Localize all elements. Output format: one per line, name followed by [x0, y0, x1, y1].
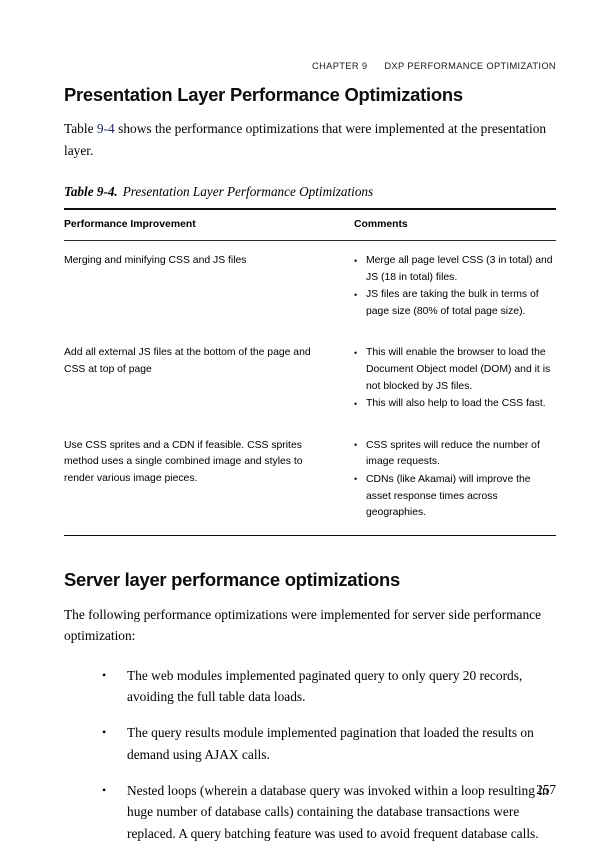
intro-text-after: shows the performance optimizations that… [64, 121, 547, 158]
table-row: Merging and minifying CSS and JS files M… [64, 241, 556, 334]
running-header: CHAPTER 9 DXP PERFORMANCE OPTIMIZATION [64, 58, 556, 74]
list-item: JS files are taking the bulk in terms of… [354, 287, 556, 320]
list-item: The web modules implemented paginated qu… [64, 665, 556, 708]
comments-list: Merge all page level CSS (3 in total) an… [354, 252, 556, 320]
table-caption-label: Table 9-4. [64, 184, 118, 199]
section-server-layer: Server layer performance optimizations T… [64, 569, 556, 845]
running-header-chapter: CHAPTER 9 [312, 61, 368, 71]
section-heading-server-layer: Server layer performance optimizations [64, 568, 400, 590]
page-number: 257 [536, 782, 556, 797]
document-page: CHAPTER 9 DXP PERFORMANCE OPTIMIZATION P… [0, 0, 600, 857]
list-item: Merge all page level CSS (3 in total) an… [354, 252, 556, 286]
table-cell-comments: Merge all page level CSS (3 in total) an… [349, 241, 556, 334]
list-item: The query results module implemented pag… [64, 722, 556, 765]
section-heading-presentation-layer: Presentation Layer Performance Optimizat… [64, 84, 463, 105]
table-caption-text: Presentation Layer Performance Optimizat… [122, 184, 374, 199]
list-item: CDNs (like Akamai) will improve the asse… [354, 471, 556, 522]
table-row: Use CSS sprites and a CDN if feasible. C… [64, 425, 556, 536]
intro-text-before: Table [64, 121, 97, 136]
comments-list: This will enable the browser to load the… [354, 345, 556, 412]
comments-list: CSS sprites will reduce the number of im… [354, 437, 556, 522]
table-cell-comments: This will enable the browser to load the… [349, 333, 556, 425]
page-content: Presentation Layer Performance Optimizat… [64, 84, 556, 859]
table-row: Add all external JS files at the bottom … [64, 333, 556, 425]
list-item: This will enable the browser to load the… [354, 345, 556, 395]
intro-paragraph-server-layer: The following performance optimizations … [64, 606, 542, 644]
performance-optimizations-table: Performance Improvement Comments Merging… [64, 208, 556, 536]
table-cross-reference-link[interactable]: 9-4 [97, 121, 115, 136]
list-item: This will also help to load the CSS fast… [354, 396, 556, 413]
table-header: Performance Improvement Comments [64, 208, 556, 241]
table-body: Merging and minifying CSS and JS files M… [64, 241, 556, 536]
table-header-row: Performance Improvement Comments [64, 208, 556, 241]
running-header-title: DXP PERFORMANCE OPTIMIZATION [384, 61, 556, 71]
intro-paragraph-presentation-layer: Table 9-4 shows the performance optimiza… [64, 118, 556, 161]
table-cell-comments: CSS sprites will reduce the number of im… [349, 425, 556, 536]
table-cell-improvement: Merging and minifying CSS and JS files [64, 255, 247, 266]
table-caption: Table 9-4. Presentation Layer Performance… [64, 183, 556, 201]
list-item: CSS sprites will reduce the number of im… [354, 437, 556, 471]
table-column-header-comments: Comments [349, 208, 556, 241]
table-cell-improvement: Add all external JS files at the bottom … [64, 347, 311, 375]
table-column-header-performance-improvement: Performance Improvement [64, 208, 349, 241]
server-optimizations-list: The web modules implemented paginated qu… [64, 665, 556, 845]
table-cell-improvement: Use CSS sprites and a CDN if feasible. C… [64, 425, 349, 536]
